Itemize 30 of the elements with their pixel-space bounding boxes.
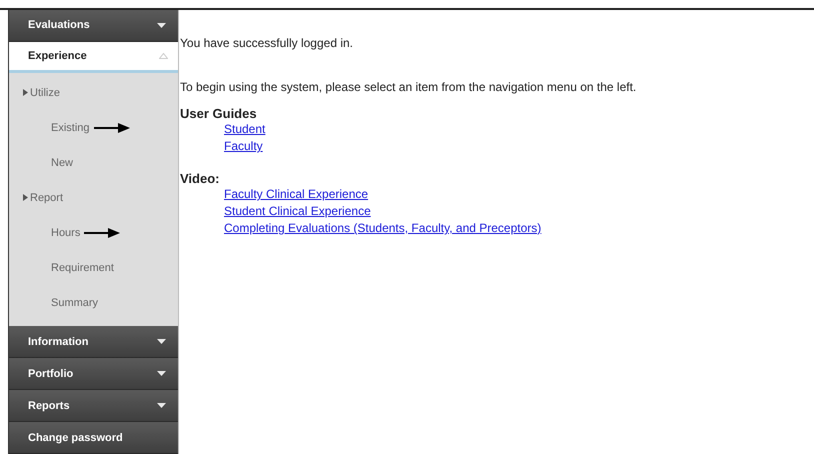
success-message: You have successfully logged in.	[180, 36, 354, 50]
instruction-text: To begin using the system, please select an item from the navigation menu on the left.	[180, 80, 638, 94]
sidebar-item[interactable]: New	[51, 156, 74, 169]
dropdown-icon[interactable]	[157, 371, 166, 376]
link[interactable]: Faculty	[224, 138, 263, 155]
sidebar-item[interactable]: Report	[30, 192, 64, 204]
link[interactable]: Student Clinical Experience	[224, 203, 371, 220]
section-heading: Video:	[180, 171, 220, 186]
arrow-icon	[84, 228, 120, 238]
sidebar-section-header[interactable]: Information	[9, 326, 178, 358]
sidebar-item[interactable]: Existing	[51, 122, 90, 134]
sidebar-item[interactable]: Summary	[51, 296, 98, 309]
dropdown-icon[interactable]	[157, 339, 166, 344]
link[interactable]: Faculty Clinical Experience	[224, 186, 368, 203]
dropdown-icon[interactable]	[157, 22, 166, 28]
sidebar-item[interactable]: Utilize	[30, 86, 60, 99]
sidebar-section-header[interactable]: Change password	[9, 422, 178, 454]
arrow-icon	[94, 122, 130, 133]
link[interactable]: Student	[224, 121, 266, 138]
section-heading: User Guides	[180, 106, 258, 121]
expand-icon[interactable]	[23, 89, 28, 96]
expand-icon[interactable]	[23, 194, 28, 202]
sidebar-item[interactable]: Hours	[51, 226, 80, 239]
sidebar-item[interactable]: Requirement	[51, 262, 114, 274]
sidebar-section-header[interactable]: Experience	[9, 42, 178, 74]
link[interactable]: Completing Evaluations (Students, Faculty, and Preceptors)	[224, 220, 542, 237]
sidebar-section-header[interactable]: Evaluations	[9, 10, 178, 42]
dropdown-icon[interactable]	[157, 403, 166, 408]
sidebar-section-header[interactable]: Reports	[9, 390, 178, 422]
sidebar-section-header[interactable]: Portfolio	[9, 358, 178, 390]
